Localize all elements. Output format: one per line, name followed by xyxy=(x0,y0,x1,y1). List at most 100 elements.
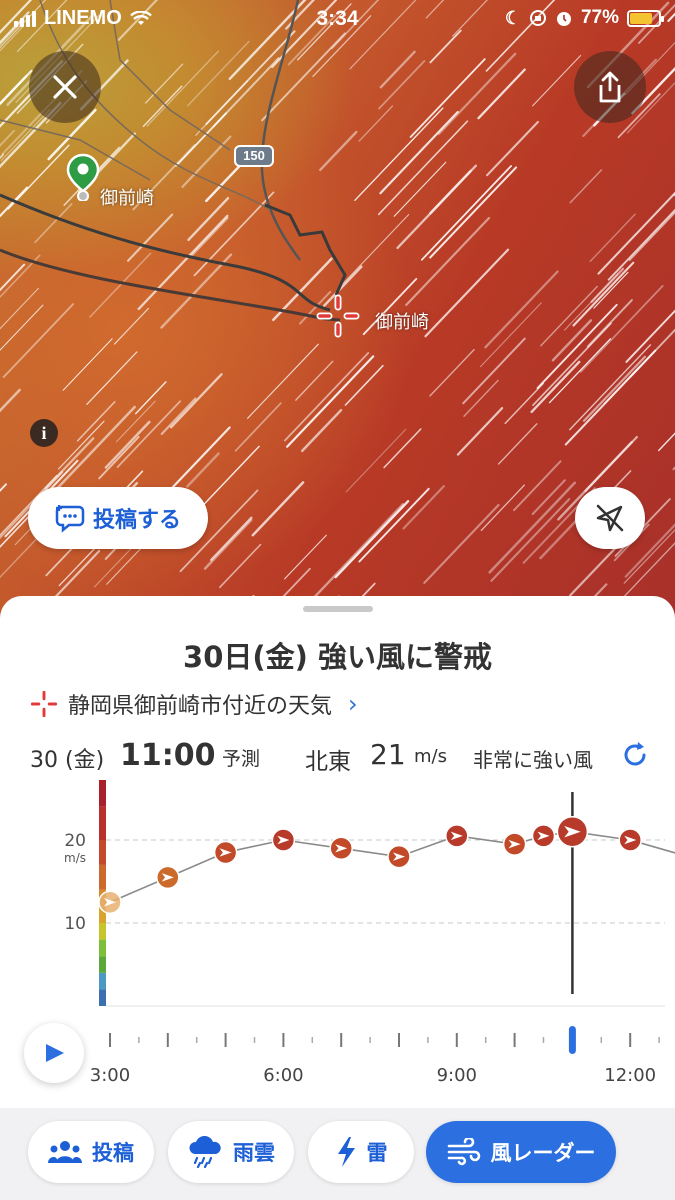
tab-posts[interactable]: 投稿 xyxy=(28,1121,154,1183)
wind-streak xyxy=(286,355,375,448)
timeline-scrubber[interactable]: 3:006:009:0012:0015:0018:0021:00 xyxy=(0,1020,675,1104)
wind-streak xyxy=(603,365,641,405)
speed-scale-segment xyxy=(99,864,106,890)
wind-streak xyxy=(377,120,469,216)
battery-percent: 77% xyxy=(580,7,619,28)
wind-streak xyxy=(295,360,334,401)
pin-label: 御前崎 xyxy=(100,188,154,209)
wind-streak xyxy=(497,423,538,465)
orientation-lock-icon xyxy=(529,10,546,26)
lightning-icon xyxy=(337,1137,355,1167)
wind-streak xyxy=(480,484,526,532)
post-button[interactable]: 投稿する xyxy=(28,487,208,549)
data-point[interactable] xyxy=(387,844,411,869)
location-pin-icon[interactable] xyxy=(66,153,100,201)
wind-streak xyxy=(429,166,518,259)
bottom-tab-bar: 投稿 雨雲 雷 風レーダー xyxy=(0,1108,675,1200)
wind-icon xyxy=(447,1138,480,1166)
data-point[interactable] xyxy=(502,832,527,856)
wind-streak xyxy=(572,261,635,327)
wind-streak xyxy=(513,460,562,512)
speed-scale-segment xyxy=(99,780,106,807)
wind-streak xyxy=(597,191,675,275)
post-bubble-icon xyxy=(55,505,85,533)
wind-streak xyxy=(479,302,542,368)
close-button[interactable] xyxy=(29,51,101,123)
tab-rain-clouds[interactable]: 雨雲 xyxy=(168,1121,294,1183)
wind-streak xyxy=(540,285,598,347)
post-button-label: 投稿する xyxy=(92,508,181,533)
timeline-label: 12:00 xyxy=(604,1065,656,1086)
wind-streak xyxy=(0,287,40,330)
wind-direction: 北東 xyxy=(305,749,351,775)
tab-wind-radar[interactable]: 風レーダー xyxy=(426,1121,616,1183)
data-point[interactable] xyxy=(98,890,122,914)
data-point[interactable] xyxy=(213,840,238,865)
speed-scale-segment xyxy=(99,923,106,940)
moon-icon: ☾ xyxy=(504,7,521,28)
share-button[interactable] xyxy=(574,51,646,123)
wind-streak xyxy=(420,165,512,261)
y-unit-label: m/s xyxy=(64,851,86,865)
wind-speed-unit: m/s xyxy=(414,746,447,767)
speed-scale-segment xyxy=(99,956,106,973)
wind-streak xyxy=(484,270,559,349)
wind-streak xyxy=(607,208,675,281)
timeline-label: 9:00 xyxy=(437,1065,477,1086)
wind-streak xyxy=(532,322,612,407)
wind-streak xyxy=(0,388,21,413)
wind-streak xyxy=(358,105,394,142)
timeline-label: 6:00 xyxy=(263,1065,303,1086)
data-point[interactable] xyxy=(618,828,642,852)
data-point[interactable] xyxy=(445,824,469,848)
location-off-button[interactable] xyxy=(575,487,645,549)
wind-streak xyxy=(251,481,305,537)
wind-streak xyxy=(146,50,220,127)
refresh-icon[interactable] xyxy=(620,740,650,770)
timeline-ticks[interactable]: 3:006:009:0012:0015:0018:0021:00 xyxy=(0,1020,675,1104)
wind-streak xyxy=(396,164,478,250)
wind-streak xyxy=(144,63,184,104)
wind-map[interactable]: LINEMO 3:34 ☾ 77% 150 御前崎 御前崎 i 投稿する xyxy=(0,0,675,640)
wind-streak xyxy=(186,452,220,488)
wind-speed: 21 xyxy=(370,738,406,771)
wind-streak xyxy=(116,400,182,468)
wind-streak xyxy=(34,203,73,244)
wind-streak xyxy=(504,382,545,425)
crosshair-icon xyxy=(316,294,360,338)
data-point[interactable] xyxy=(329,836,353,861)
wind-streak xyxy=(247,343,319,419)
timeline-label: 3:00 xyxy=(90,1065,130,1086)
wind-streak xyxy=(354,107,444,201)
tab-lightning[interactable]: 雷 xyxy=(308,1121,414,1183)
wind-streak xyxy=(44,437,95,490)
wind-streak xyxy=(187,196,230,242)
timeline-handle[interactable] xyxy=(568,1026,576,1054)
wind-streak xyxy=(210,516,253,562)
current-conditions: 30 (金) 11:00 予測 北東 21 m/s 非常に強い風 xyxy=(30,738,650,778)
wind-streak xyxy=(429,348,475,397)
data-point[interactable] xyxy=(156,865,180,890)
info-button[interactable]: i xyxy=(30,419,58,447)
wind-streak xyxy=(358,487,430,563)
data-point[interactable] xyxy=(556,815,589,848)
wind-description: 非常に強い風 xyxy=(473,748,593,772)
battery-charging-icon xyxy=(627,9,664,27)
sheet-grabber[interactable] xyxy=(303,606,373,612)
speed-scale-segment xyxy=(99,806,106,840)
data-point[interactable] xyxy=(531,824,556,848)
current-day: 30 (金) xyxy=(30,748,105,773)
wind-streak xyxy=(477,68,526,120)
wind-streak xyxy=(86,351,138,405)
wind-streak xyxy=(383,428,422,469)
close-icon xyxy=(53,75,77,99)
data-point[interactable] xyxy=(271,828,296,852)
wind-streak xyxy=(532,54,582,107)
wind-speed-chart[interactable]: 10 20m/s xyxy=(0,780,675,1020)
wind-streak xyxy=(334,500,410,579)
share-icon xyxy=(599,71,621,103)
wind-streak xyxy=(402,485,445,530)
status-bar: LINEMO 3:34 ☾ 77% xyxy=(0,0,675,38)
location-link[interactable]: 静岡県御前崎市付近の天気 › xyxy=(30,688,358,720)
wind-streak xyxy=(169,373,223,429)
